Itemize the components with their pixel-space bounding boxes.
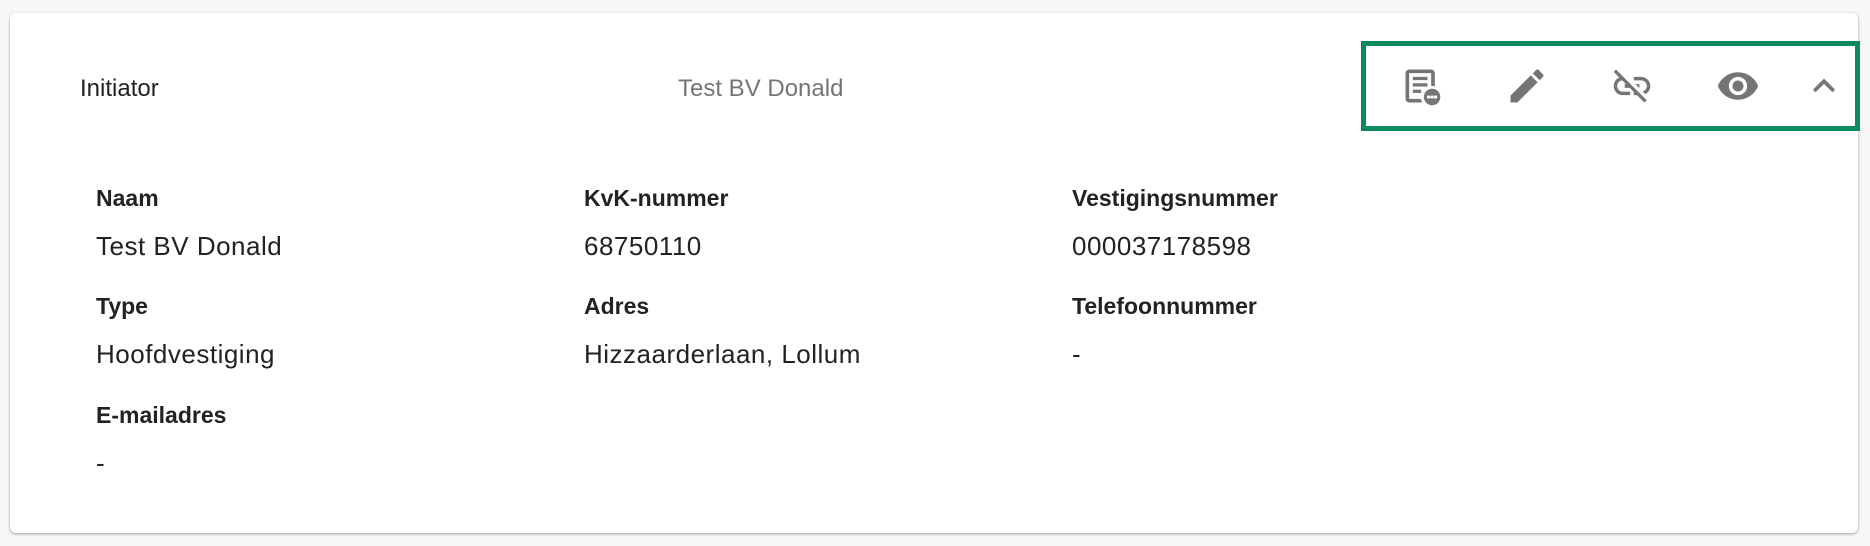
collapse-button[interactable]	[1798, 60, 1850, 112]
field-label: Type	[96, 293, 148, 319]
field-label: E-mailadres	[96, 402, 227, 428]
field-label: Vestigingsnummer	[1072, 185, 1278, 211]
initiator-card: Initiator Test BV Donald Naam Test BV Do…	[10, 13, 1860, 533]
pencil-icon	[1510, 69, 1544, 103]
field-label: Adres	[584, 293, 650, 319]
card-title: Initiator	[80, 75, 159, 102]
field-email: E-mailadres -	[96, 400, 536, 478]
field-value: 68750110	[584, 231, 702, 261]
field-value: Test BV Donald	[96, 231, 283, 261]
field-label: Naam	[96, 185, 159, 211]
card-subtitle: Test BV Donald	[678, 75, 844, 102]
field-value: 000037178598	[1072, 231, 1252, 261]
notes-more-icon	[1405, 69, 1441, 106]
field-type: Type Hoofdvestiging	[96, 291, 536, 369]
edit-button[interactable]	[1501, 60, 1553, 112]
field-value: -	[96, 448, 106, 478]
unlink-button[interactable]	[1606, 60, 1658, 112]
details-button[interactable]	[1396, 60, 1448, 112]
unlink-icon	[1613, 69, 1651, 103]
chevron-up-icon	[1813, 78, 1835, 93]
field-naam: Naam Test BV Donald	[96, 183, 536, 261]
field-telefoon: Telefoonnummer -	[1072, 291, 1512, 369]
action-toolbar	[1361, 41, 1860, 131]
eye-icon	[1717, 72, 1759, 100]
field-label: KvK-nummer	[584, 185, 729, 211]
field-label: Telefoonnummer	[1072, 293, 1257, 319]
field-value: Hizzaarderlaan, Lollum	[584, 339, 861, 369]
field-value: Hoofdvestiging	[96, 339, 275, 369]
view-button[interactable]	[1712, 60, 1764, 112]
field-value: -	[1072, 339, 1082, 369]
field-adres: Adres Hizzaarderlaan, Lollum	[584, 291, 1024, 369]
field-kvk: KvK-nummer 68750110	[584, 183, 1024, 261]
field-vestigingsnummer: Vestigingsnummer 000037178598	[1072, 183, 1512, 261]
